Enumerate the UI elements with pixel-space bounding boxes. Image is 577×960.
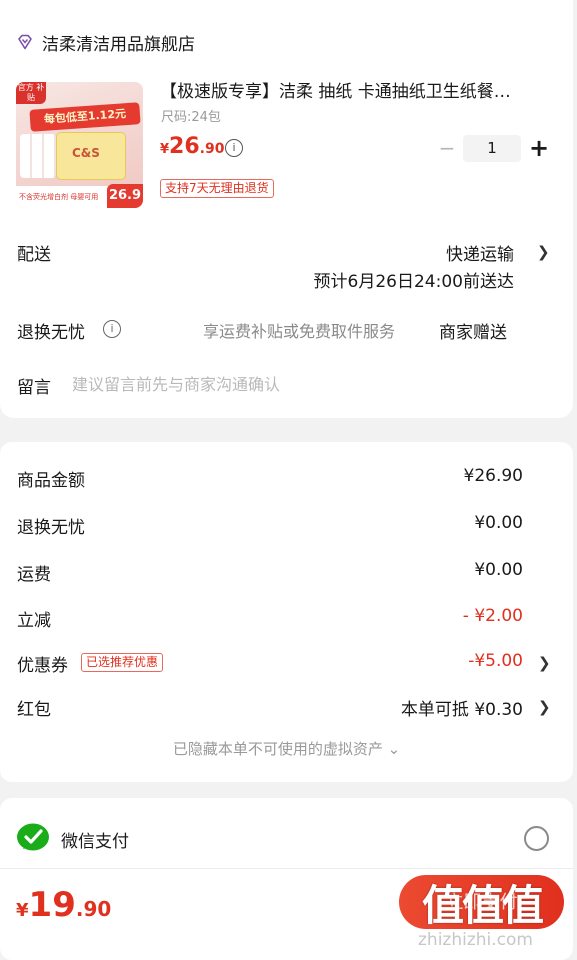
total-integer: 19 — [28, 885, 76, 925]
store-row[interactable]: 洁柔清洁用品旗舰店 — [16, 30, 195, 55]
wechat-pay-label[interactable]: 微信支付 — [61, 827, 129, 852]
product-title[interactable]: 【极速版专享】洁柔 抽纸 卡通抽纸卫生纸餐… — [160, 80, 555, 104]
goods-amount-value: ¥26.90 — [463, 466, 523, 486]
returns-fee-label: 退换无忧 — [17, 518, 85, 538]
summary-row-returns: 退换无忧 ¥0.00 — [17, 513, 523, 539]
returns-label: 退换无忧 — [17, 323, 85, 343]
price-decimal: .90 — [199, 141, 225, 157]
quantity-increase-button[interactable]: + — [528, 134, 550, 162]
summary-row-discount: 立减 - ¥2.00 — [17, 606, 523, 632]
note-input[interactable] — [72, 372, 542, 396]
price-info-icon[interactable]: i — [225, 139, 243, 157]
redpacket-label: 红包 — [17, 700, 51, 720]
coupon-label: 优惠券 — [17, 656, 68, 676]
returns-info-icon[interactable]: i — [103, 320, 121, 338]
image-tissue-rolls — [20, 134, 56, 178]
returns-gift-label: 商家赠送 — [439, 323, 507, 343]
product-spec[interactable]: 尺码:24包 — [161, 106, 221, 125]
store-name: 洁柔清洁用品旗舰店 — [42, 34, 195, 55]
coupon-badge: 已选推荐优惠 — [81, 653, 164, 672]
delivery-method[interactable]: 快递运输 — [446, 240, 514, 265]
delivery-eta: 预计6月26日24:00前送达 — [313, 272, 514, 292]
hidden-assets-toggle[interactable]: 已隐藏本单不可使用的虚拟资产 ⌄ — [0, 738, 573, 759]
product-price: ¥ 26 .90 — [160, 134, 224, 159]
note-label: 留言 — [17, 378, 51, 398]
chevron-right-icon[interactable]: ❯ — [538, 698, 551, 716]
image-brand-label: C&S — [72, 146, 100, 160]
coupon-value: -¥5.00 — [468, 651, 523, 671]
watermark-url: zhizhizhi.com — [418, 930, 533, 950]
shipping-value: ¥0.00 — [474, 560, 523, 580]
price-integer: 26 — [169, 134, 200, 159]
redpacket-value: 本单可抵 ¥0.30 — [400, 700, 523, 720]
returns-description: 享运费补贴或免费取件服务 — [203, 322, 396, 341]
quantity-decrease-button[interactable]: − — [437, 136, 457, 160]
store-diamond-icon — [18, 34, 32, 50]
return-policy-badge: 支持7天无理由退货 — [160, 179, 274, 198]
summary-row-shipping: 运费 ¥0.00 — [17, 560, 523, 586]
total-price: ¥ 19 .90 — [16, 885, 111, 925]
summary-row-goods: 商品金额 ¥26.90 — [17, 466, 523, 492]
chevron-right-icon[interactable]: ❯ — [537, 243, 550, 261]
wechat-pay-icon — [17, 823, 49, 851]
total-decimal: .90 — [75, 897, 112, 921]
chevron-right-icon[interactable]: ❯ — [538, 654, 551, 672]
image-banner: 每包低至1.12元 — [29, 102, 141, 132]
payment-radio[interactable] — [524, 826, 549, 851]
summary-row-redpacket[interactable]: 红包 本单可抵 ¥0.30 — [17, 695, 523, 721]
divider — [0, 868, 573, 869]
image-ribbon: 官方 补贴 — [16, 82, 46, 104]
delivery-label: 配送 — [17, 245, 51, 265]
shipping-label: 运费 — [17, 565, 51, 585]
goods-amount-label: 商品金额 — [17, 471, 85, 491]
discount-value: - ¥2.00 — [462, 606, 523, 626]
image-price: 26.9 — [107, 184, 143, 208]
total-symbol: ¥ — [16, 900, 29, 921]
quantity-value[interactable]: 1 — [463, 135, 521, 162]
watermark-logo: 值值值 — [422, 881, 544, 930]
discount-label: 立减 — [17, 611, 51, 631]
product-image[interactable]: 官方 补贴 每包低至1.12元 C&S 不含荧光增白剂 母婴可用 26.9 — [16, 82, 143, 208]
order-item-card: 洁柔清洁用品旗舰店 官方 补贴 每包低至1.12元 C&S 不含荧光增白剂 母婴… — [0, 0, 573, 418]
returns-fee-value: ¥0.00 — [474, 513, 523, 533]
price-symbol: ¥ — [160, 142, 170, 157]
summary-row-coupon[interactable]: 优惠券 已选推荐优惠 -¥5.00 — [17, 651, 523, 677]
